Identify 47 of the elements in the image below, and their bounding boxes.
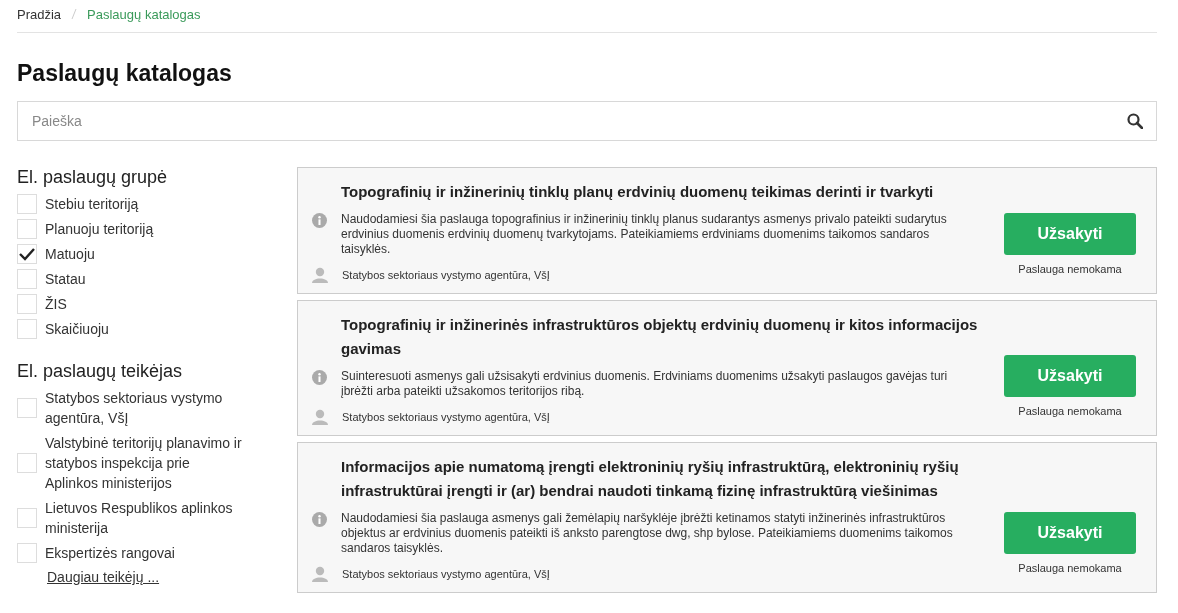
checkbox[interactable] bbox=[17, 398, 37, 418]
search-field[interactable]: Paieška bbox=[17, 101, 1157, 141]
checkbox[interactable] bbox=[17, 194, 37, 214]
checkbox[interactable] bbox=[17, 269, 37, 289]
service-title[interactable]: Informacijos apie numatomą įrengti elektroninių ryšių infrastruktūrą, elektroninių ryšių infrastruktūrai įrengti ir (ar) bendrai naudoti tinkamą fizinę infrastruktūrą viešinimas bbox=[341, 455, 1000, 503]
checkbox-label[interactable]: ŽIS bbox=[45, 294, 245, 314]
filter-heading: El. paslaugų teikėjas bbox=[17, 361, 184, 382]
more-providers-link[interactable]: Daugiau teikėjų ... bbox=[47, 569, 160, 585]
price-note: Paslauga nemokama bbox=[1018, 263, 1122, 275]
service-description: Naudodamiesi šia paslauga topografinius ir inžinerinių tinklų planus sudarantys asmenys privalo pateikti sudarytus erdvinius duomenis erdvinių duomenų tvarkytojams. Pateikiamiems erdviniams duomenims taikomos sandaros taisyklės. bbox=[341, 212, 948, 257]
breadcrumb-separator-icon bbox=[71, 9, 78, 19]
checkbox-label[interactable]: Skaičiuoju bbox=[45, 319, 245, 339]
checkbox-label[interactable]: Statybos sektoriaus vystymo agentūra, VšĮ bbox=[45, 388, 245, 428]
price-note: Paslauga nemokama bbox=[1018, 405, 1122, 417]
service-description: Naudodamiesi šia paslauga asmenys gali žemėlapių naršyklėje įbrėžti ketinamos statyti inžinerinės infrastruktūros objektus ar erdvinius duomenis pateikti iš anksto parengtose dwg, shp bylose. Pateikiamiems duomenims taikomos sandaros taisyklės. bbox=[341, 511, 954, 556]
service-title[interactable]: Topografinių ir inžinerinių tinklų planų erdvinių duomenų teikimas derinti ir tvarkyti bbox=[341, 180, 1000, 204]
provider-name: Statybos sektoriaus vystymo agentūra, VšĮ bbox=[342, 410, 550, 423]
filter-heading: El. paslaugų grupė bbox=[17, 167, 169, 188]
provider-name: Statybos sektoriaus vystymo agentūra, VšĮ bbox=[342, 268, 550, 281]
checkbox[interactable] bbox=[17, 543, 37, 563]
checkbox-label[interactable]: Statau bbox=[45, 269, 245, 289]
info-icon bbox=[312, 213, 327, 228]
checkbox-label[interactable]: Stebiu teritoriją bbox=[45, 194, 245, 214]
checkbox-label[interactable]: Matuoju bbox=[45, 244, 245, 264]
info-icon bbox=[312, 370, 327, 385]
info-icon bbox=[312, 512, 327, 527]
checkbox-label[interactable]: Valstybinė teritorijų planavimo ir statybos inspekcija prie Aplinkos ministerijos bbox=[45, 433, 245, 493]
person-icon bbox=[312, 267, 328, 283]
checkbox[interactable] bbox=[17, 294, 37, 314]
person-icon bbox=[312, 566, 328, 582]
service-description: Suinteresuoti asmenys gali užsisakyti erdvinius duomenis. Erdviniams duomenims užsakyti paslaugos gavėjas turi įbrėžti arba pateikti užsakomos teritorijos ribą. bbox=[341, 369, 949, 399]
checkbox[interactable] bbox=[17, 244, 37, 264]
breadcrumb-link[interactable]: Pradžia bbox=[17, 6, 62, 22]
search-icon[interactable] bbox=[1127, 113, 1143, 129]
checkbox[interactable] bbox=[17, 453, 37, 473]
checkbox[interactable] bbox=[17, 508, 37, 528]
price-note: Paslauga nemokama bbox=[1018, 562, 1122, 574]
checkbox[interactable] bbox=[17, 319, 37, 339]
checkbox-label[interactable]: Ekspertizės rangovai bbox=[45, 543, 245, 563]
checkbox-label[interactable]: Planuoju teritoriją bbox=[45, 219, 245, 239]
breadcrumb-link[interactable]: Paslaugų katalogas bbox=[87, 6, 201, 22]
provider-name: Statybos sektoriaus vystymo agentūra, VšĮ bbox=[342, 567, 550, 580]
page-title: Paslaugų katalogas bbox=[17, 60, 233, 87]
checkbox[interactable] bbox=[17, 219, 37, 239]
checkbox-label[interactable]: Lietuvos Respublikos aplinkos ministerija bbox=[45, 498, 245, 538]
service-title[interactable]: Topografinių ir inžinerinės infrastruktūros objektų erdvinių duomenų ir kitos informacijos gavimas bbox=[341, 313, 1000, 361]
person-icon bbox=[312, 409, 328, 425]
